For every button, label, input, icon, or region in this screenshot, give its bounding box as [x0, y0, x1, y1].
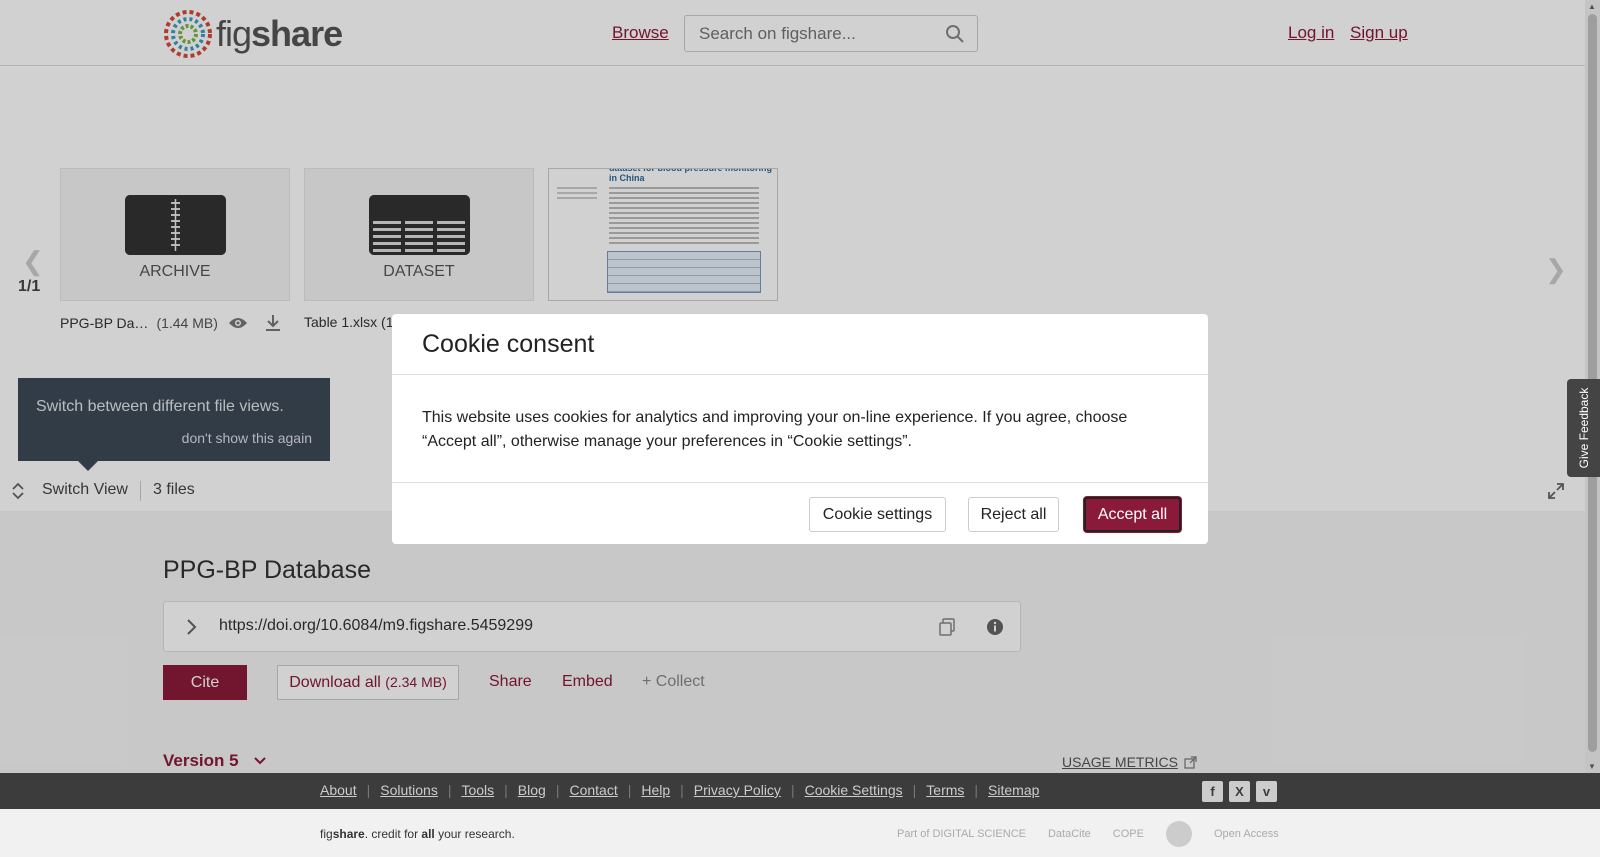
credit-text: figshare. credit for all your research.: [320, 827, 515, 841]
dialog-title: Cookie consent: [422, 330, 595, 358]
footer-link-privacy[interactable]: Privacy Policy: [694, 782, 781, 798]
footer-link-solutions[interactable]: Solutions: [380, 782, 438, 798]
divider: [392, 374, 1208, 375]
footer-link-sitemap[interactable]: Sitemap: [988, 782, 1039, 798]
x-twitter-icon[interactable]: X: [1229, 781, 1250, 802]
footer-link-about[interactable]: About: [320, 782, 357, 798]
footer-links: About | Solutions | Tools | Blog | Contact | …: [320, 782, 1040, 798]
footer-link-cookie-settings[interactable]: Cookie Settings: [805, 782, 903, 798]
social-links: f X v: [1202, 781, 1277, 802]
cookie-consent-dialog: Cookie consent This website uses cookies…: [392, 314, 1208, 544]
footer-link-contact[interactable]: Contact: [569, 782, 617, 798]
give-feedback-label: Give Feedback: [1576, 387, 1591, 469]
give-feedback-tab[interactable]: Give Feedback: [1567, 379, 1600, 477]
accept-all-button[interactable]: Accept all: [1084, 497, 1181, 532]
footer-link-terms[interactable]: Terms: [926, 782, 964, 798]
cope-logo[interactable]: COPE: [1113, 828, 1144, 840]
footer-link-tools[interactable]: Tools: [461, 782, 494, 798]
open-access-logo[interactable]: Open Access: [1214, 828, 1279, 840]
reject-all-button[interactable]: Reject all: [968, 497, 1059, 532]
divider: [392, 482, 1208, 483]
partner-logos: Part of DIGITAL SCIENCE DataCite COPE Op…: [897, 821, 1279, 847]
partner-seal-logo[interactable]: [1165, 821, 1192, 847]
facebook-icon[interactable]: f: [1202, 781, 1223, 802]
footer-link-blog[interactable]: Blog: [518, 782, 546, 798]
footer-nav: About | Solutions | Tools | Blog | Contact | …: [0, 773, 1600, 809]
vimeo-icon[interactable]: v: [1256, 781, 1277, 802]
dialog-body: This website uses cookies for analytics …: [422, 409, 1128, 450]
digital-science-logo[interactable]: Part of DIGITAL SCIENCE: [897, 828, 1026, 840]
footer-link-help[interactable]: Help: [641, 782, 670, 798]
footer-bottom: figshare. credit for all your research. …: [0, 809, 1600, 857]
cookie-settings-button[interactable]: Cookie settings: [809, 497, 946, 532]
datacite-logo[interactable]: DataCite: [1048, 828, 1091, 840]
